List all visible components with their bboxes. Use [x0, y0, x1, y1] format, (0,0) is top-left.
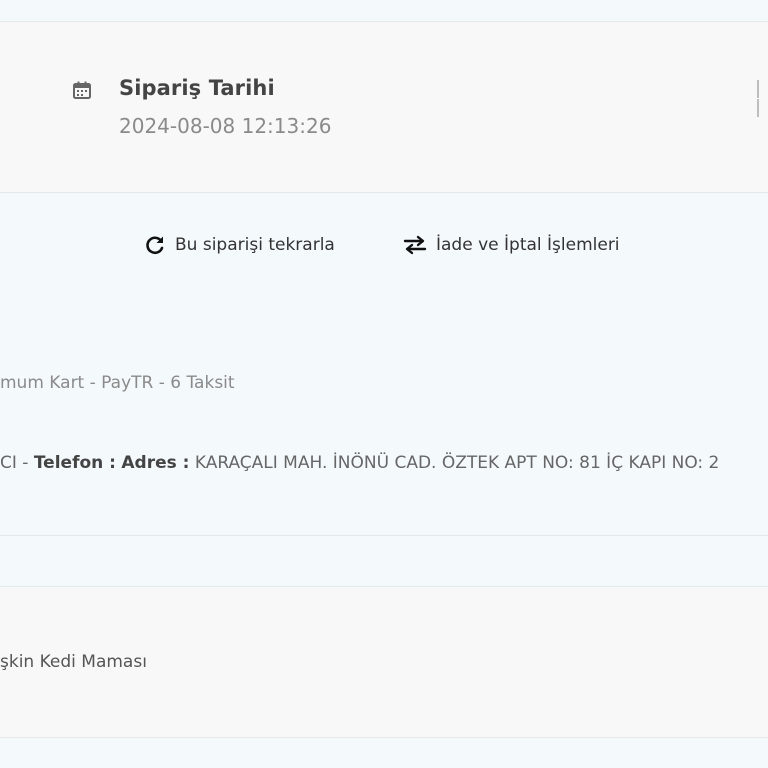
order-actions-area [0, 193, 768, 535]
order-date-label: Sipariş Tarihi [119, 76, 275, 100]
swap-arrows-icon [403, 235, 427, 255]
order-header-card [0, 22, 768, 193]
status-icon [757, 80, 763, 117]
bottom-strip [0, 738, 768, 768]
payment-method: mum Kart - PayTR - 6 Taksit [0, 373, 235, 393]
refresh-icon [146, 236, 164, 255]
reorder-button[interactable]: Bu siparişi tekrarla [144, 234, 335, 256]
recipient-separator: - [16, 453, 34, 473]
address-label: Adres : [121, 453, 190, 473]
delivery-info: CI - Telefon : Adres : KARAÇALI MAH. İNÖ… [0, 453, 719, 473]
section-separator [0, 535, 768, 587]
phone-label: Telefon : [33, 453, 116, 473]
address-value: KARAÇALI MAH. İNÖNÜ CAD. ÖZTEK APT NO: 8… [194, 453, 720, 473]
recipient-name: CI [0, 453, 17, 473]
refund-cancel-button[interactable]: İade ve İptal İşlemleri [403, 234, 620, 256]
product-name: şkin Kedi Maması [0, 652, 147, 672]
refund-cancel-label: İade ve İptal İşlemleri [436, 235, 620, 255]
top-strip [0, 0, 768, 22]
reorder-label: Bu siparişi tekrarla [175, 235, 335, 255]
calendar-icon [73, 81, 91, 99]
order-date-value: 2024-08-08 12:13:26 [119, 114, 332, 138]
